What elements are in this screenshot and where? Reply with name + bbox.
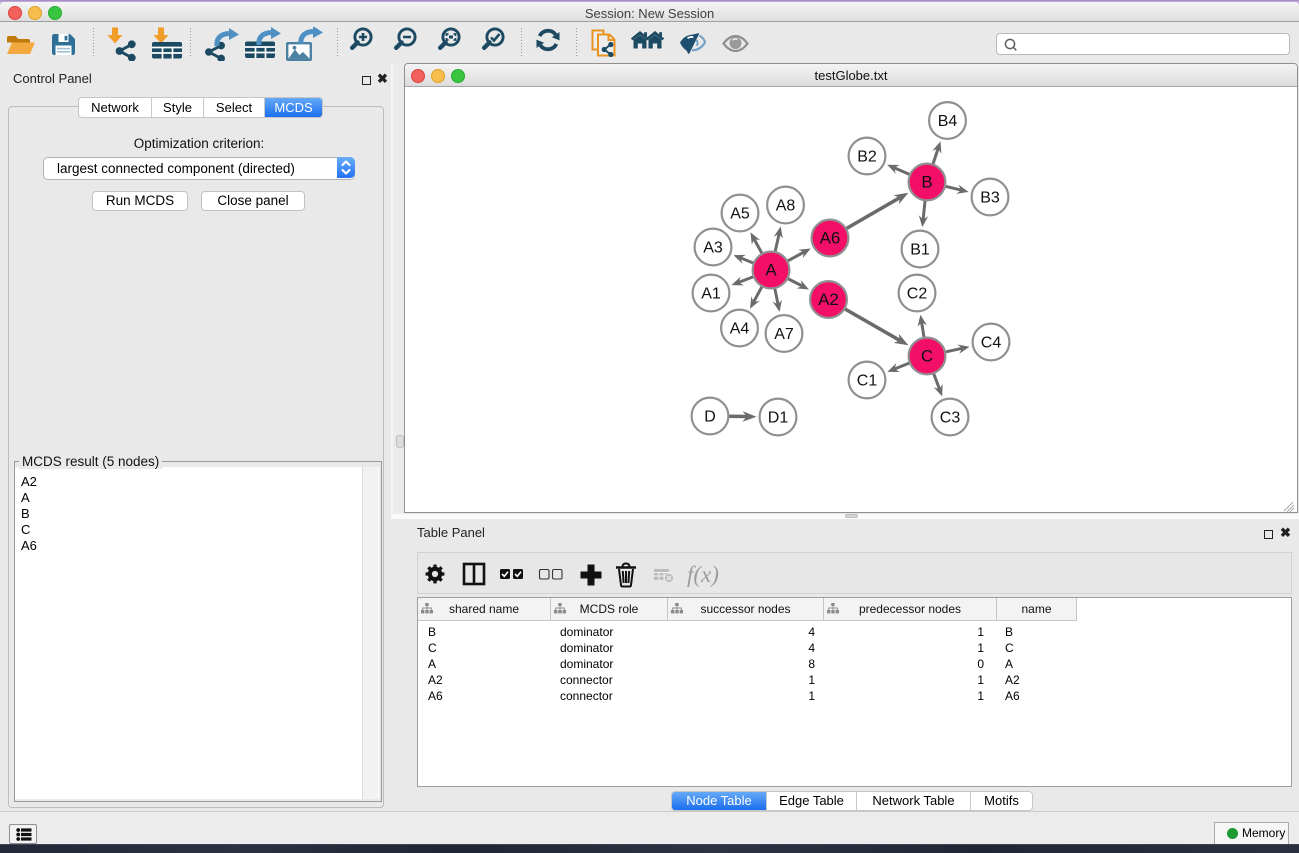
svg-text:B4: B4 — [938, 113, 958, 130]
svg-text:D1: D1 — [768, 410, 789, 427]
svg-text:B3: B3 — [980, 190, 1000, 207]
svg-text:f(x): f(x) — [687, 562, 719, 587]
svg-text:A7: A7 — [774, 326, 794, 343]
svg-text:C2: C2 — [907, 286, 928, 303]
svg-text:D: D — [704, 409, 716, 426]
svg-text:A3: A3 — [703, 240, 723, 257]
svg-text:B1: B1 — [910, 242, 930, 259]
svg-text:A: A — [765, 261, 777, 280]
svg-text:C4: C4 — [981, 335, 1002, 352]
svg-text:B2: B2 — [857, 149, 877, 166]
svg-text:A8: A8 — [776, 198, 796, 215]
svg-text:C3: C3 — [940, 410, 961, 427]
svg-text:A4: A4 — [730, 321, 750, 338]
svg-text:A6: A6 — [820, 229, 841, 248]
svg-text:A2: A2 — [818, 290, 839, 309]
svg-text:B: B — [921, 173, 932, 192]
svg-text:A1: A1 — [701, 286, 721, 303]
svg-text:A5: A5 — [730, 206, 750, 223]
svg-text:C: C — [921, 347, 933, 366]
svg-text:C1: C1 — [857, 373, 878, 390]
